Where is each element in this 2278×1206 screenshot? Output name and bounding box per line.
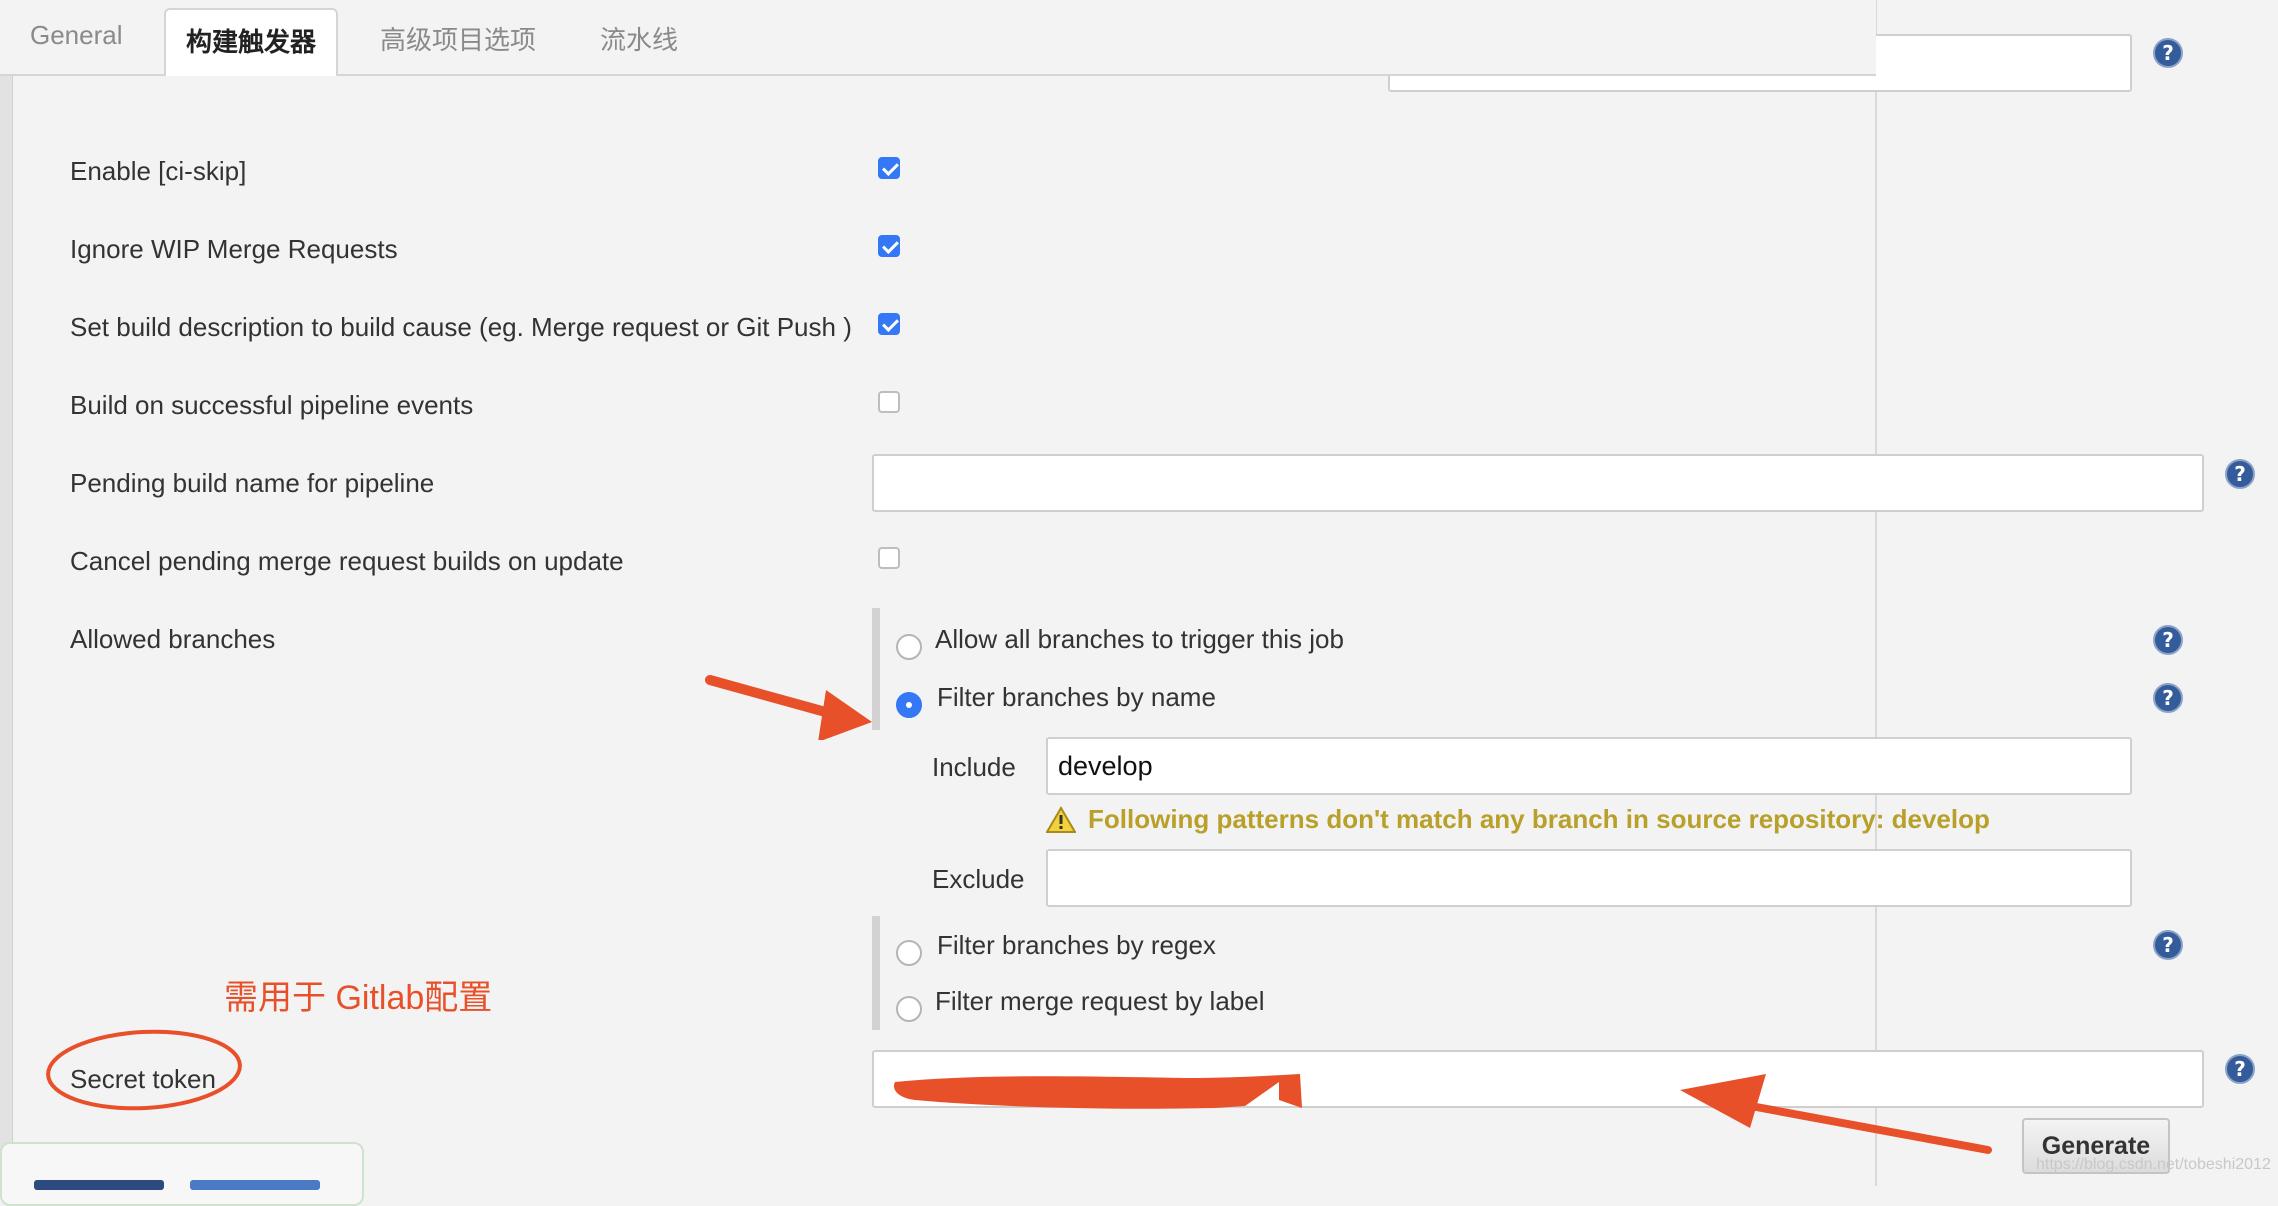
tab-bar: General 构建触发器 高级项目选项 流水线 [0,0,1876,76]
pipeline-events-label: Build on successful pipeline events [70,390,474,420]
exclude-label: Exclude [932,864,1025,894]
allow-all-radio[interactable] [896,634,922,660]
bottom-button[interactable] [34,1180,164,1190]
build-description-label: Set build description to build cause (eg… [70,312,852,342]
right-column [1875,0,2278,1186]
pending-build-name-input[interactable] [872,454,2204,512]
filter-by-name-radio[interactable] [896,692,922,718]
warning-icon [1046,806,1076,833]
cancel-pending-checkbox[interactable] [878,547,900,569]
build-description-checkbox[interactable] [878,313,900,335]
radio-group-bar [872,916,880,1030]
ci-skip-label: Enable [ci-skip] [70,156,247,186]
include-input[interactable] [1046,737,2132,795]
tab-build-triggers[interactable]: 构建触发器 [164,8,339,76]
left-section-edge [0,76,13,1186]
help-icon[interactable]: ? [2225,1054,2255,1084]
secret-token-label: Secret token [70,1064,216,1094]
annotation-note: 需用于 Gitlab配置 [224,979,493,1017]
include-label: Include [932,752,1016,782]
watermark: https://blog.csdn.net/tobeshi2012 [2036,1156,2271,1173]
redaction-scribble [893,1074,1302,1109]
filter-by-regex-radio[interactable] [896,940,922,966]
tab-advanced-options[interactable]: 高级项目选项 [380,20,536,57]
help-icon[interactable]: ? [2153,683,2183,713]
column-divider [1875,0,1877,1186]
exclude-input[interactable] [1046,849,2132,907]
tab-pipeline[interactable]: 流水线 [600,20,678,57]
annotation-arrow [705,675,872,740]
filter-by-label-radio[interactable] [896,996,922,1022]
tab-general[interactable]: General [30,20,123,51]
bottom-button[interactable] [190,1180,320,1190]
pipeline-events-checkbox[interactable] [878,391,900,413]
help-icon[interactable]: ? [2225,459,2255,489]
help-icon[interactable]: ? [2153,930,2183,960]
help-icon[interactable]: ? [2153,625,2183,655]
pending-build-name-label: Pending build name for pipeline [70,468,435,498]
help-icon[interactable]: ? [2153,38,2183,68]
ignore-wip-checkbox[interactable] [878,235,900,257]
cancel-pending-label: Cancel pending merge request builds on u… [70,546,624,576]
filter-by-label-label: Filter merge request by label [935,986,1265,1016]
bottom-panel [0,1142,364,1206]
annotation-arrow [1680,1074,1992,1154]
ci-skip-checkbox[interactable] [878,157,900,179]
allowed-branches-label: Allowed branches [70,624,276,654]
filter-by-name-label: Filter branches by name [937,682,1216,712]
allow-all-label: Allow all branches to trigger this job [935,624,1344,654]
filter-by-regex-label: Filter branches by regex [937,930,1216,960]
ignore-wip-label: Ignore WIP Merge Requests [70,234,398,264]
branch-warning-message: Following patterns don't match any branc… [1088,804,1990,834]
